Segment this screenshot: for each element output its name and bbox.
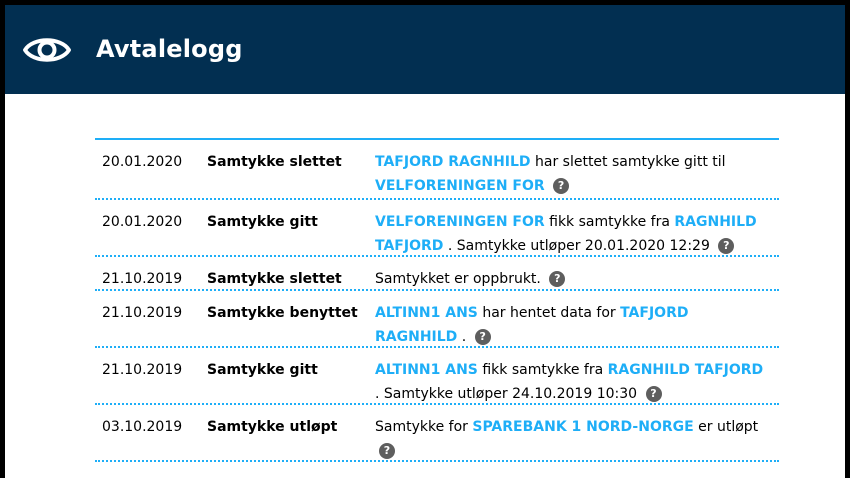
party-link[interactable]: ALTINN1 ANS: [375, 362, 478, 378]
page-frame: Avtalelogg 20.01.2020 Samtykke slettet TAF…: [5, 5, 845, 478]
log-date: 20.01.2020: [102, 214, 183, 230]
log-event-type: Samtykke slettet: [207, 154, 342, 170]
party-link[interactable]: SPAREBANK 1 NORD-NORGE: [472, 419, 693, 435]
help-icon[interactable]: ?: [549, 271, 566, 287]
log-description: ALTINN1 ANS fikk samtykke fra RAGNHILD T…: [375, 348, 779, 403]
log-description: TAFJORD RAGNHILD har slettet samtykke gi…: [375, 140, 779, 198]
log-description: VELFORENINGEN FOR fikk samtykke fra RAGN…: [375, 200, 779, 255]
page-title: Avtalelogg: [96, 34, 243, 63]
log-text: Samtykke for: [375, 419, 473, 435]
party-link[interactable]: TAFJORD RAGNHILD: [375, 154, 531, 170]
log-date: 21.10.2019: [102, 271, 183, 287]
log-row: 21.10.2019 Samtykke benyttet ALTINN1 ANS h…: [95, 291, 779, 348]
log-date: 21.10.2019: [102, 305, 183, 321]
help-icon[interactable]: ?: [645, 386, 662, 402]
log-date: 21.10.2019: [102, 362, 183, 378]
log-date: 20.01.2020: [102, 154, 183, 170]
log-date: 03.10.2019: [102, 419, 183, 435]
consent-log-list: 20.01.2020 Samtykke slettet TAFJORD RAGNHI…: [95, 138, 779, 462]
log-text: . Samtykke utløper 20.01.2020 12:29: [443, 238, 715, 254]
log-description: Samtykket er oppbrukt. ?: [375, 257, 779, 289]
log-description: ALTINN1 ANS har hentet data for TAFJORD …: [375, 291, 779, 346]
log-event-type: Samtykke gitt: [207, 214, 318, 230]
log-text: Samtykket er oppbrukt.: [375, 271, 546, 287]
party-link[interactable]: VELFORENINGEN FOR: [375, 214, 545, 230]
log-row: 03.10.2019 Samtykke utløpt Samtykke for SP…: [95, 405, 779, 462]
log-event-type: Samtykke slettet: [207, 271, 342, 287]
log-event-type: Samtykke utløpt: [207, 419, 338, 435]
log-text: har hentet data for: [477, 305, 621, 321]
log-description: Samtykke for SPAREBANK 1 NORD-NORGE er u…: [375, 405, 779, 460]
page-header: Avtalelogg: [5, 5, 845, 94]
eye-icon: [23, 37, 71, 62]
log-text: .: [457, 329, 471, 345]
log-row: 20.01.2020 Samtykke slettet TAFJORD RAGNHI…: [95, 140, 779, 200]
help-icon[interactable]: ?: [379, 443, 395, 459]
help-icon[interactable]: ?: [718, 238, 735, 254]
log-event-type: Samtykke benyttet: [207, 305, 358, 321]
party-link[interactable]: VELFORENINGEN FOR: [375, 178, 545, 194]
log-text: fikk samtykke fra: [477, 362, 608, 378]
log-row: 20.01.2020 Samtykke gitt VELFORENINGEN FOR…: [95, 200, 779, 257]
party-link[interactable]: RAGNHILD TAFJORD: [608, 362, 764, 378]
log-text: har slettet samtykke gitt til: [530, 154, 726, 170]
log-text: . Samtykke utløper 24.10.2019 10:30: [375, 386, 642, 402]
help-icon[interactable]: ?: [553, 178, 570, 194]
party-link[interactable]: ALTINN1 ANS: [375, 305, 478, 321]
help-icon[interactable]: ?: [474, 329, 491, 345]
log-text: er utløpt: [693, 419, 759, 435]
log-text: fikk samtykke fra: [544, 214, 675, 230]
log-row: 21.10.2019 Samtykke slettet Samtykket er o…: [95, 257, 779, 291]
log-row: 21.10.2019 Samtykke gitt ALTINN1 ANS fikk …: [95, 348, 779, 405]
log-event-type: Samtykke gitt: [207, 362, 318, 378]
